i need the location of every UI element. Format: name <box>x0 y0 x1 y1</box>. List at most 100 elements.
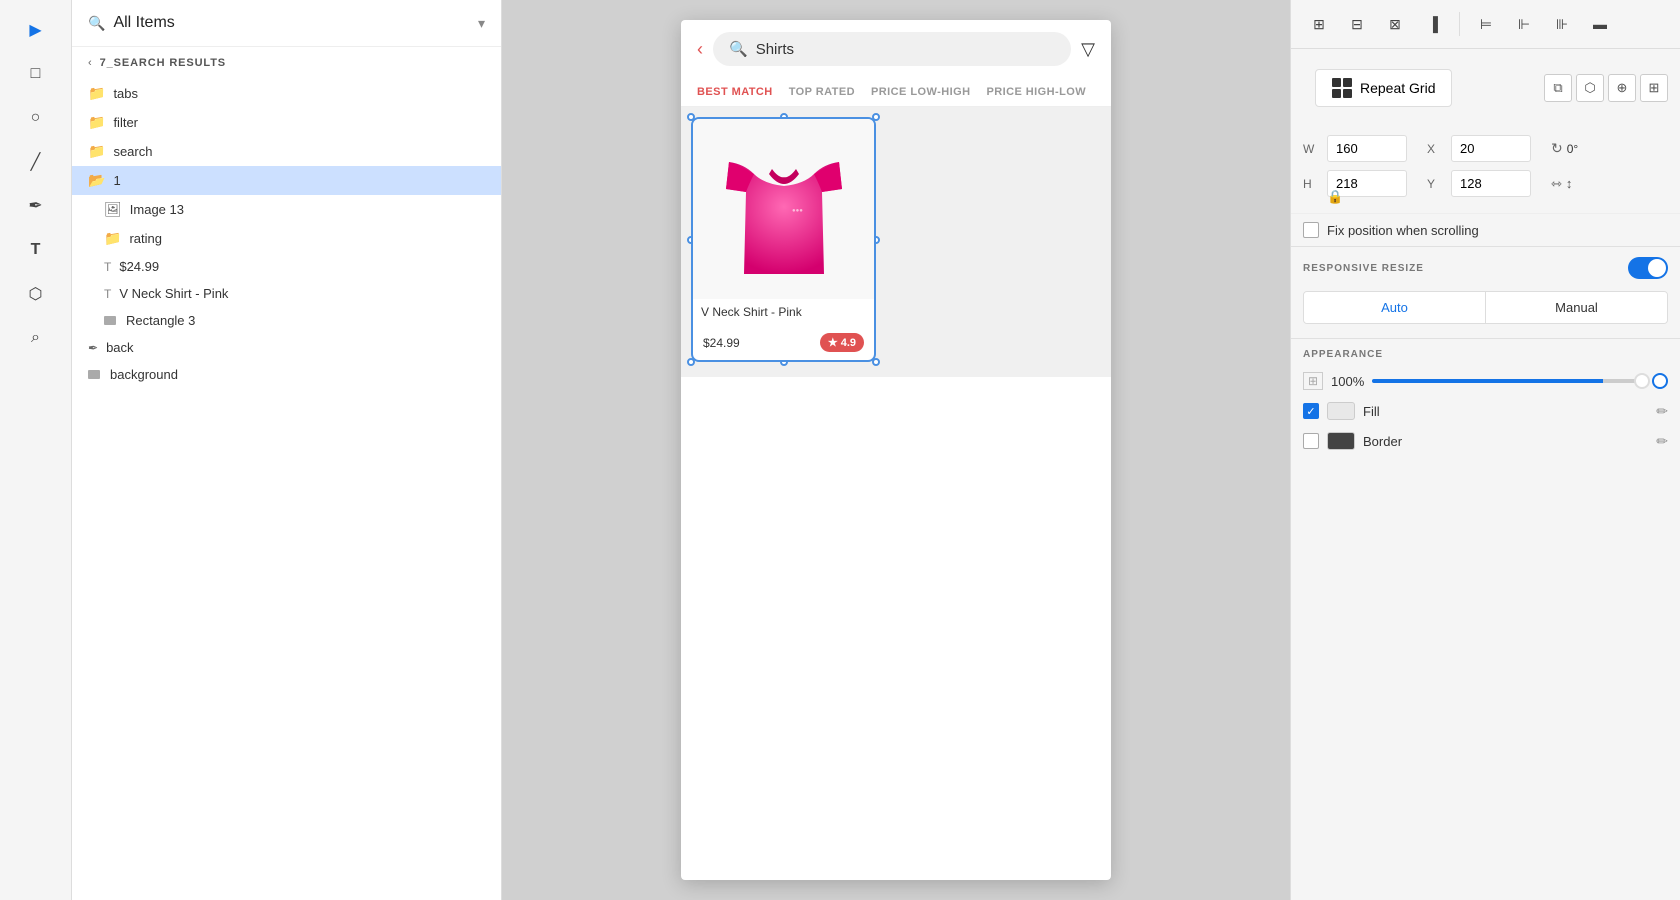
opacity-end-knob <box>1652 373 1668 389</box>
rect-icon <box>104 316 116 325</box>
opacity-slider-knob <box>1634 373 1650 389</box>
tree-item-rating[interactable]: 📁 rating <box>72 224 501 253</box>
rotation-icon: ↻ <box>1551 140 1563 157</box>
sort-price-low-high[interactable]: PRICE LOW-HIGH <box>871 86 970 98</box>
folder-icon: 📁 <box>88 114 105 131</box>
card-name-row: V Neck Shirt - Pink <box>693 299 874 325</box>
border-checkbox[interactable] <box>1303 433 1319 449</box>
align-center-v-tool[interactable]: ⊠ <box>1379 8 1411 40</box>
flip-icons: ⇿ ↕ <box>1551 176 1572 192</box>
fill-eyedropper-icon[interactable]: ✏ <box>1656 403 1668 420</box>
tree-item-background[interactable]: background <box>72 361 501 388</box>
tree-item-rectangle3[interactable]: Rectangle 3 <box>72 307 501 334</box>
repeat-grid-button[interactable]: Repeat Grid <box>1315 69 1452 107</box>
width-input[interactable] <box>1327 135 1407 162</box>
sort-top-rated[interactable]: TOP RATED <box>789 86 855 98</box>
left-panel: 🔍 All Items ▾ ‹ 7_SEARCH RESULTS 📁 tabs … <box>72 0 502 900</box>
border-color-swatch[interactable] <box>1327 432 1355 450</box>
text-tool[interactable]: T <box>18 232 54 268</box>
copy-btn-1[interactable]: ⧉ <box>1544 74 1572 102</box>
image-icon: 🖼 <box>104 201 122 218</box>
card-info-row: $24.99 ★ 4.9 <box>693 325 874 360</box>
tree-item-search[interactable]: 📁 search <box>72 137 501 166</box>
flip-v-icon[interactable]: ↕ <box>1566 176 1573 192</box>
text-icon: T <box>104 260 111 274</box>
right-panel: ⊞ ⊟ ⊠ ▐ ⊨ ⊩ ⊪ ▬ Repeat Grid ⧉ ⬡ ⊕ ⊞ <box>1290 0 1680 900</box>
border-row: Border ✏ <box>1291 426 1680 456</box>
phone-search-bar[interactable]: 🔍 Shirts <box>713 32 1071 66</box>
copy-btn-3[interactable]: ⊕ <box>1608 74 1636 102</box>
h-label: H <box>1303 177 1319 191</box>
sort-price-high-low[interactable]: PRICE HIGH-LOW <box>986 86 1086 98</box>
y-label: Y <box>1427 177 1443 191</box>
opacity-slider[interactable] <box>1372 379 1644 383</box>
phone-back-button[interactable]: ‹ <box>697 39 703 60</box>
fix-position-label: Fix position when scrolling <box>1327 223 1479 238</box>
fill-color-swatch[interactable] <box>1327 402 1355 420</box>
component-tool[interactable]: ⬡ <box>18 276 54 312</box>
fill-label: Fill <box>1363 404 1648 419</box>
distribute-h-tool[interactable]: ⊨ <box>1470 8 1502 40</box>
opacity-value: 100% <box>1331 374 1364 389</box>
tree-item-1[interactable]: 📂 1 <box>72 166 501 195</box>
fill-checkbox[interactable]: ✓ <box>1303 403 1319 419</box>
lock-icon[interactable]: 🔒 <box>1327 189 1343 205</box>
rating-value: 4.9 <box>841 337 856 349</box>
repeat-grid-label: Repeat Grid <box>1360 80 1435 96</box>
ellipse-tool[interactable]: ○ <box>18 100 54 136</box>
rg-cell-2 <box>1343 78 1352 87</box>
product-image: ●●● <box>693 119 874 299</box>
folder-open-icon: 📂 <box>88 172 105 189</box>
left-toolbar: ▶ □ ○ ╱ ✒ T ⬡ ⌕ <box>0 0 72 900</box>
fill-row: ✓ Fill ✏ <box>1291 396 1680 426</box>
filter-button[interactable]: ▽ <box>1081 39 1095 60</box>
tree-item-image13[interactable]: 🖼 Image 13 <box>72 195 501 224</box>
tree-item-filter[interactable]: 📁 filter <box>72 108 501 137</box>
tree-item-tabs[interactable]: 📁 tabs <box>72 79 501 108</box>
product-card[interactable]: ●●● V Neck Shirt - Pink $24.99 ★ 4.9 <box>691 117 876 362</box>
star-icon: ★ <box>828 336 838 349</box>
fix-position-checkbox[interactable] <box>1303 222 1319 238</box>
copy-btn-4[interactable]: ⊞ <box>1640 74 1668 102</box>
search-icon: 🔍 <box>88 15 105 32</box>
folder-icon: 📁 <box>88 143 105 160</box>
section-label-row: ‹ 7_SEARCH RESULTS <box>72 47 501 79</box>
distribute-space-tool[interactable]: ⊪ <box>1546 8 1578 40</box>
w-label: W <box>1303 142 1319 156</box>
phone-content-area: ●●● V Neck Shirt - Pink $24.99 ★ 4.9 <box>681 107 1111 377</box>
manual-button[interactable]: Manual <box>1486 292 1667 323</box>
align-right-tool[interactable]: ▐ <box>1417 8 1449 40</box>
tree-item-back[interactable]: ✒ back <box>72 334 501 361</box>
border-label: Border <box>1363 434 1648 449</box>
rectangle-tool[interactable]: □ <box>18 56 54 92</box>
border-eyedropper-icon[interactable]: ✏ <box>1656 433 1668 450</box>
tree-item-price[interactable]: T $24.99 <box>72 253 501 280</box>
y-input[interactable] <box>1451 170 1531 197</box>
phone-header: ‹ 🔍 Shirts ▽ <box>681 20 1111 78</box>
copy-btn-2[interactable]: ⬡ <box>1576 74 1604 102</box>
section-chevron[interactable]: ‹ <box>88 57 92 69</box>
align-left-tool[interactable]: ⊞ <box>1303 8 1335 40</box>
panel-header: 🔍 All Items ▾ <box>72 0 501 47</box>
select-tool[interactable]: ▶ <box>18 12 54 48</box>
distribute-v-tool[interactable]: ⊩ <box>1508 8 1540 40</box>
product-rating: ★ 4.9 <box>820 333 864 352</box>
flip-h-icon[interactable]: ⇿ <box>1551 176 1562 192</box>
auto-manual-row: Auto Manual <box>1303 291 1668 324</box>
responsive-resize-toggle[interactable] <box>1628 257 1668 279</box>
zoom-tool[interactable]: ⌕ <box>18 320 54 356</box>
align-bottom-tool[interactable]: ▬ <box>1584 8 1616 40</box>
line-tool[interactable]: ╱ <box>18 144 54 180</box>
auto-button[interactable]: Auto <box>1304 292 1485 323</box>
sort-best-match[interactable]: BEST MATCH <box>697 86 773 98</box>
product-card-wrapper[interactable]: ●●● V Neck Shirt - Pink $24.99 ★ 4.9 <box>691 117 876 362</box>
responsive-resize-section: RESPONSIVE RESIZE <box>1291 246 1680 285</box>
panel-dropdown-icon[interactable]: ▾ <box>478 15 485 32</box>
rect-icon <box>88 370 100 379</box>
product-name: V Neck Shirt - Pink <box>701 305 866 319</box>
pen-tool[interactable]: ✒ <box>18 188 54 224</box>
x-input[interactable] <box>1451 135 1531 162</box>
rotation-value: 0° <box>1567 142 1578 156</box>
tree-item-product-name[interactable]: T V Neck Shirt - Pink <box>72 280 501 307</box>
align-center-h-tool[interactable]: ⊟ <box>1341 8 1373 40</box>
